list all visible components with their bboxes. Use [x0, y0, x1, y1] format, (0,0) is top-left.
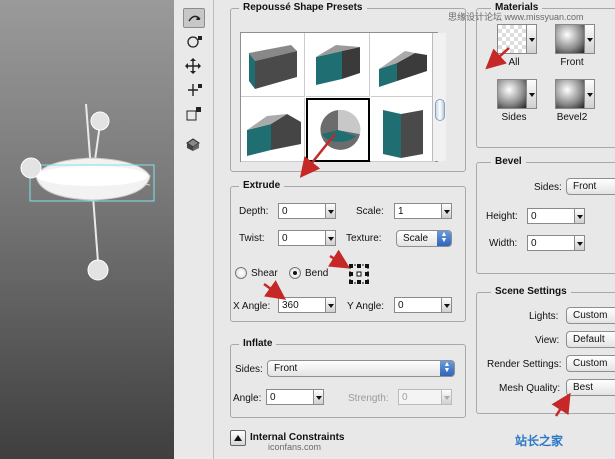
material-sides-dropdown[interactable]: [527, 79, 537, 109]
view-popup[interactable]: Default: [566, 331, 615, 348]
material-label: Sides: [501, 112, 527, 123]
extrude-title: Extrude: [239, 180, 285, 191]
preset-thumbnail[interactable]: [371, 33, 435, 97]
mesh-quality-value: Best: [573, 382, 594, 393]
texture-label: Texture:: [346, 233, 382, 244]
slide-tool-icon[interactable]: [183, 80, 205, 100]
material-front-dropdown[interactable]: [585, 24, 595, 54]
render-settings-popup[interactable]: Custom: [566, 355, 615, 372]
presets-scrollbar[interactable]: [432, 33, 446, 161]
preset-thumbnail[interactable]: [371, 98, 435, 162]
presets-scroll-thumb[interactable]: [435, 99, 445, 121]
mesh-quality-label: Mesh Quality:: [499, 383, 561, 394]
rotate-object-tool-icon[interactable]: [183, 8, 205, 28]
shear-label: Shear: [251, 268, 278, 279]
bevel-height-label: Height:: [486, 211, 518, 222]
preset-thumbnail[interactable]: [241, 33, 305, 97]
mesh-quality-popup[interactable]: Best: [566, 379, 615, 396]
inflate-strength-field: 0: [398, 389, 442, 405]
bevel-title: Bevel: [491, 156, 526, 167]
scene-settings-title: Scene Settings: [491, 286, 571, 297]
view-label: View:: [535, 335, 560, 346]
pan-tool-icon[interactable]: [183, 56, 205, 76]
material-bevel2-dropdown[interactable]: [585, 79, 595, 109]
material-label: Bevel2: [556, 112, 588, 123]
inflate-title: Inflate: [239, 338, 277, 349]
watermark-text: 思缘设计论坛 www.missyuan.com: [448, 12, 584, 22]
shear-radio[interactable]: [235, 267, 247, 279]
internal-constraints-toggle[interactable]: [230, 430, 246, 446]
reference-point-grid-icon[interactable]: [349, 264, 369, 287]
material-sides-swatch[interactable]: [497, 79, 527, 109]
yangle-dropdown[interactable]: [442, 297, 452, 313]
xangle-label: X Angle:: [233, 301, 271, 312]
material-all-swatch[interactable]: [497, 24, 527, 54]
yangle-label: Y Angle:: [347, 301, 385, 312]
inflate-group: Inflate: [230, 338, 466, 418]
bend-label: Bend: [305, 268, 329, 279]
material-label: Front: [560, 57, 584, 68]
bend-radio[interactable]: [289, 267, 301, 279]
material-bevel2-swatch[interactable]: [555, 79, 585, 109]
iconfans-watermark: iconfans.com: [268, 442, 322, 452]
preset-thumbnail[interactable]: [241, 98, 305, 162]
preset-thumbnail-selected[interactable]: [306, 98, 370, 162]
lights-value: Custom: [573, 310, 608, 321]
inflate-sides-label: Sides:: [235, 364, 263, 375]
preset-thumbnail[interactable]: [306, 33, 370, 97]
xangle-dropdown[interactable]: [326, 297, 336, 313]
inflate-strength-dropdown: [442, 389, 452, 405]
3d-tool-strip: [174, 0, 214, 459]
bevel-sides-value: Front: [573, 181, 597, 192]
inflate-sides-popup[interactable]: Front ▲ ▼: [267, 360, 455, 377]
depth-dropdown[interactable]: [326, 203, 336, 219]
inflate-angle-dropdown[interactable]: [314, 389, 324, 405]
inflate-sides-value: Front: [274, 363, 298, 374]
scale-field[interactable]: 1: [394, 203, 442, 219]
site-logo: 站长之家: [515, 434, 564, 448]
material-label: All: [508, 57, 520, 68]
updown-arrows-icon: ▲ ▼: [440, 361, 454, 376]
inflate-strength-label: Strength:: [348, 393, 389, 404]
depth-label: Depth:: [239, 206, 269, 217]
bevel-height-field[interactable]: 0: [527, 208, 575, 224]
camera-tool-icon[interactable]: [183, 134, 205, 154]
bevel-width-dropdown[interactable]: [575, 235, 585, 251]
texture-value: Scale: [403, 233, 429, 244]
inflate-angle-field[interactable]: 0: [266, 389, 314, 405]
render-settings-label: Render Settings:: [487, 359, 562, 370]
material-front-swatch[interactable]: [555, 24, 585, 54]
bevel-width-label: Width:: [489, 238, 518, 249]
presets-title: Repoussé Shape Presets: [239, 2, 367, 13]
material-all-dropdown[interactable]: [527, 24, 537, 54]
twist-field[interactable]: 0: [278, 230, 326, 246]
depth-field[interactable]: 0: [278, 203, 326, 219]
yangle-field[interactable]: 0: [394, 297, 442, 313]
scale-dropdown[interactable]: [442, 203, 452, 219]
bevel-height-dropdown[interactable]: [575, 208, 585, 224]
view-value: Default: [573, 334, 605, 345]
twist-label: Twist:: [239, 233, 265, 244]
bevel-width-field[interactable]: 0: [527, 235, 575, 251]
updown-arrows-icon: ▲ ▼: [437, 231, 451, 246]
lights-popup[interactable]: Custom: [566, 307, 615, 324]
3d-viewport[interactable]: [0, 0, 174, 459]
roll-tool-icon[interactable]: [183, 32, 205, 52]
bevel-sides-label: Sides:: [534, 182, 562, 193]
xangle-field[interactable]: 360: [278, 297, 326, 313]
scale-tool-icon[interactable]: [183, 104, 205, 124]
bevel-sides-popup[interactable]: Front: [566, 178, 615, 195]
lights-label: Lights:: [529, 311, 559, 322]
bowl-mesh-preview: [20, 103, 155, 281]
preset-grid: [240, 32, 438, 162]
render-settings-value: Custom: [573, 358, 608, 369]
twist-dropdown[interactable]: [326, 230, 336, 246]
scale-label: Scale:: [356, 206, 384, 217]
texture-popup[interactable]: Scale ▲ ▼: [396, 230, 452, 247]
inflate-angle-label: Angle:: [233, 393, 262, 404]
